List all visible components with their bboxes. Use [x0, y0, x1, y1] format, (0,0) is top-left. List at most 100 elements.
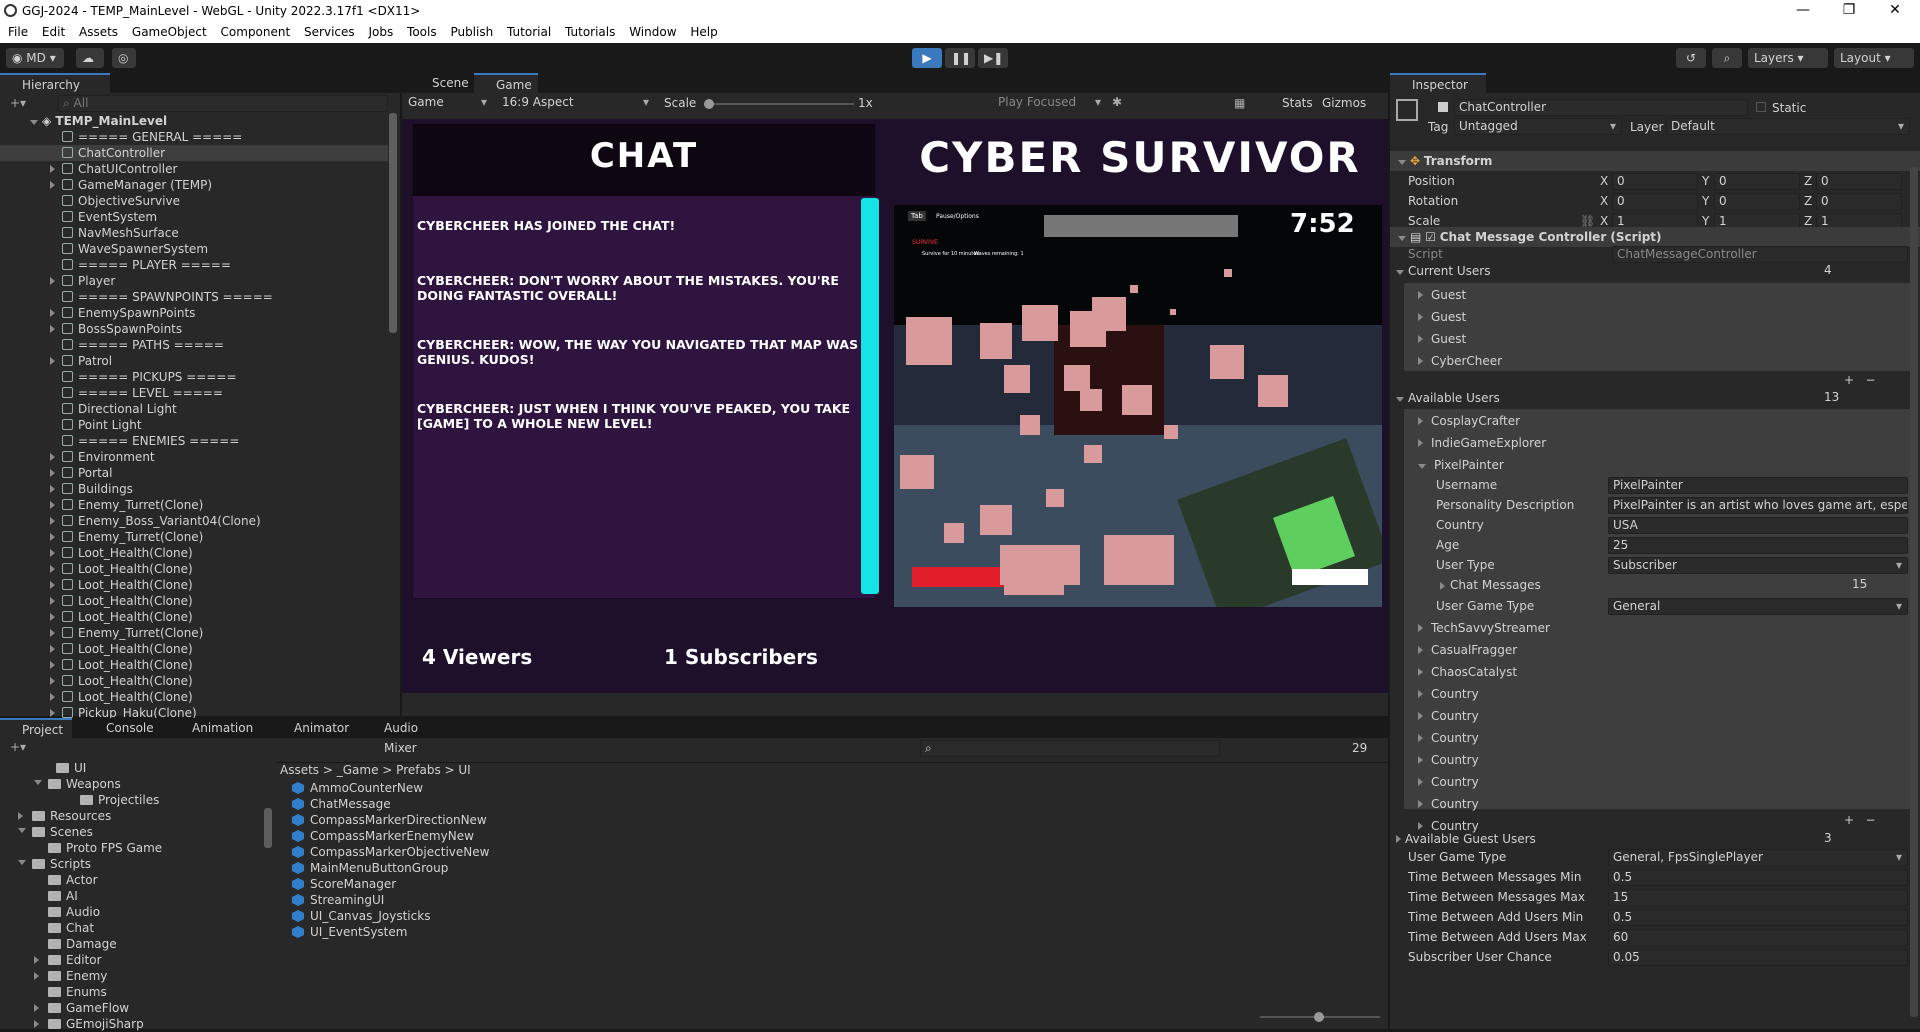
menu-services[interactable]: Services	[304, 22, 355, 39]
setting-input[interactable]: 0.5	[1608, 909, 1908, 926]
hierarchy-item[interactable]: Enemy_Boss_Variant04(Clone)	[0, 513, 388, 529]
user-field-country[interactable]: USA	[1608, 517, 1908, 534]
expand-arrow-icon[interactable]	[1418, 417, 1423, 425]
asset-item[interactable]: CompassMarkerDirectionNew	[292, 812, 487, 828]
transform-position-input[interactable]: 0	[1816, 173, 1902, 190]
menu-tutorials[interactable]: Tutorials	[565, 22, 615, 39]
expand-arrow-icon[interactable]	[1418, 335, 1423, 343]
expand-arrow-icon[interactable]	[1418, 822, 1423, 830]
menu-tools[interactable]: Tools	[407, 22, 437, 39]
guest-users-count[interactable]: 3	[1820, 831, 1910, 848]
chat-scrollbar[interactable]	[861, 198, 879, 594]
available-user-item[interactable]: Country	[1418, 796, 1479, 812]
hierarchy-item[interactable]: BossSpawnPoints	[0, 321, 388, 337]
transform-rotation-input[interactable]: 0	[1714, 193, 1800, 210]
transform-position-input[interactable]: 0	[1612, 173, 1698, 190]
expand-arrow-icon[interactable]	[1418, 756, 1423, 764]
tab-inspector[interactable]: Inspector	[1390, 73, 1486, 93]
current-user-item[interactable]: Guest	[1418, 309, 1466, 325]
gizmos-button[interactable]: Gizmos	[1322, 96, 1366, 110]
step-button[interactable]: ▶❚	[978, 48, 1008, 68]
hierarchy-item[interactable]: ===== PICKUPS =====	[0, 369, 388, 385]
hierarchy-item[interactable]: Loot_Health(Clone)	[0, 561, 388, 577]
asset-item[interactable]: ChatMessage	[292, 796, 391, 812]
layout-dropdown[interactable]: Layout ▾	[1834, 48, 1914, 68]
transform-rotation-input[interactable]: 0	[1816, 193, 1902, 210]
hierarchy-item[interactable]: EnemySpawnPoints	[0, 305, 388, 321]
expand-arrow-icon[interactable]	[50, 565, 55, 573]
project-folder[interactable]: Projectiles	[0, 792, 262, 808]
expand-arrow-icon[interactable]	[50, 325, 55, 333]
grid-icon[interactable]: ▦	[1234, 96, 1245, 110]
static-checkbox[interactable]	[1756, 102, 1766, 112]
tag-dropdown[interactable]: Untagged	[1454, 118, 1622, 135]
tab-animator[interactable]: Animator	[272, 718, 356, 738]
tab-animation[interactable]: Animation	[170, 718, 266, 738]
active-checkbox[interactable]	[1438, 102, 1448, 112]
tab-console[interactable]: Console	[84, 718, 164, 738]
available-user-item[interactable]: PixelPainter	[1418, 457, 1504, 473]
breadcrumb-item[interactable]: Assets	[280, 763, 319, 777]
expand-arrow-icon[interactable]	[50, 517, 55, 525]
maximize-icon[interactable]: ❐	[1826, 0, 1872, 22]
expand-arrow-icon[interactable]	[50, 661, 55, 669]
expand-arrow-icon[interactable]	[50, 277, 55, 285]
cloud-icon[interactable]: ☁	[76, 48, 104, 68]
project-folder[interactable]: Scripts	[0, 856, 262, 872]
project-folder[interactable]: Enums	[0, 984, 262, 1000]
project-folder[interactable]: Weapons	[0, 776, 262, 792]
setting-input[interactable]: 0.5	[1608, 869, 1908, 886]
current-users-count[interactable]: 4	[1820, 263, 1910, 280]
hierarchy-item[interactable]: Environment	[0, 449, 388, 465]
hierarchy-item[interactable]: NavMeshSurface	[0, 225, 388, 241]
current-user-item[interactable]: Guest	[1418, 331, 1466, 347]
expand-arrow-icon[interactable]	[34, 1004, 39, 1012]
tab-game[interactable]: Game	[474, 73, 538, 93]
expand-arrow-icon[interactable]	[1396, 397, 1404, 402]
menu-component[interactable]: Component	[221, 22, 291, 39]
expand-arrow-icon[interactable]	[34, 956, 39, 964]
expand-arrow-icon[interactable]	[50, 453, 55, 461]
project-tree-scrollbar[interactable]	[264, 808, 272, 848]
expand-arrow-icon[interactable]	[1418, 690, 1423, 698]
layer-dropdown[interactable]: Default	[1666, 118, 1910, 135]
setting-input[interactable]: 60	[1608, 929, 1908, 946]
expand-arrow-icon[interactable]	[1418, 668, 1423, 676]
menu-publish[interactable]: Publish	[450, 22, 493, 39]
expand-arrow-icon[interactable]	[1418, 464, 1426, 469]
scale-slider-thumb[interactable]	[704, 99, 714, 109]
available-user-item[interactable]: CasualFragger	[1418, 642, 1517, 658]
hierarchy-item[interactable]: Loot_Health(Clone)	[0, 609, 388, 625]
project-folder[interactable]: Resources	[0, 808, 262, 824]
asset-item[interactable]: UI_Canvas_Joysticks	[292, 908, 430, 924]
asset-item[interactable]: MainMenuButtonGroup	[292, 860, 448, 876]
minimize-icon[interactable]: —	[1780, 0, 1826, 22]
expand-arrow-icon[interactable]	[50, 549, 55, 557]
menu-file[interactable]: File	[8, 22, 28, 39]
available-user-item[interactable]: Country	[1418, 730, 1479, 746]
available-user-item[interactable]: Country	[1418, 686, 1479, 702]
expand-arrow-icon[interactable]	[18, 812, 23, 820]
expand-arrow-icon[interactable]	[1398, 160, 1406, 165]
collab-icon[interactable]: ◎	[112, 48, 136, 68]
project-search-input[interactable]: ⌕	[920, 740, 1220, 757]
hierarchy-item[interactable]: Enemy_Turret(Clone)	[0, 529, 388, 545]
user-field-user-type[interactable]: Subscriber	[1608, 557, 1908, 574]
available-users-count[interactable]: 13	[1820, 390, 1910, 407]
icon-size-slider-thumb[interactable]	[1314, 1012, 1324, 1022]
hierarchy-item[interactable]: ===== GENERAL =====	[0, 129, 388, 145]
expand-arrow-icon[interactable]	[50, 693, 55, 701]
hierarchy-item[interactable]: Point Light	[0, 417, 388, 433]
available-user-item[interactable]: Country	[1418, 708, 1479, 724]
expand-arrow-icon[interactable]	[50, 357, 55, 365]
hierarchy-item[interactable]: ===== LEVEL =====	[0, 385, 388, 401]
project-folder[interactable]: Editor	[0, 952, 262, 968]
project-folder[interactable]: Audio	[0, 904, 262, 920]
project-folder[interactable]: Chat	[0, 920, 262, 936]
expand-arrow-icon[interactable]	[1418, 624, 1423, 632]
breadcrumb-item[interactable]: _Game	[337, 763, 379, 777]
asset-item[interactable]: AmmoCounterNew	[292, 780, 423, 796]
hierarchy-item[interactable]: Loot_Health(Clone)	[0, 545, 388, 561]
expand-arrow-icon[interactable]	[1418, 800, 1423, 808]
stats-button[interactable]: Stats	[1282, 96, 1313, 110]
